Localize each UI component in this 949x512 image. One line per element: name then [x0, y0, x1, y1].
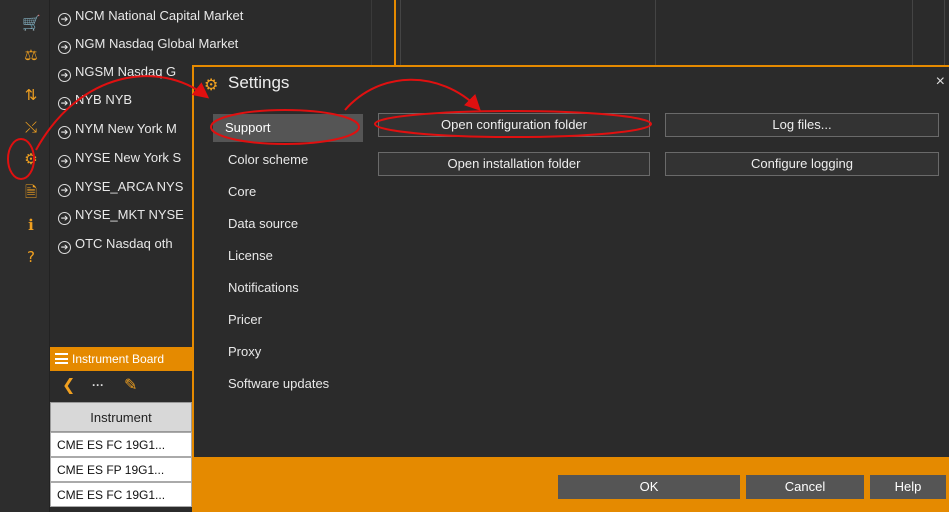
- settings-dialog: ⚙ Settings × Support Color scheme Core D…: [192, 65, 949, 512]
- list-item[interactable]: ➔ NGM Nasdaq Global Market: [58, 32, 238, 56]
- chart-icon[interactable]: ⤯: [22, 118, 40, 136]
- list-item[interactable]: ➔ NYM New York M: [58, 117, 177, 141]
- gear-icon[interactable]: ⚙: [22, 150, 40, 168]
- document-icon[interactable]: 🗎: [22, 183, 40, 201]
- menu-item-pricer[interactable]: Pricer: [216, 306, 366, 334]
- cart-icon[interactable]: 🛒: [22, 14, 41, 32]
- panel-divider: [655, 0, 656, 65]
- menu-item-proxy[interactable]: Proxy: [216, 338, 366, 366]
- list-item[interactable]: ➔ OTC Nasdaq oth: [58, 232, 173, 256]
- info-icon[interactable]: ℹ: [22, 216, 40, 234]
- arrow-circle-icon: ➔: [58, 126, 71, 139]
- ok-button[interactable]: OK: [558, 475, 740, 499]
- arrow-circle-icon: ➔: [58, 155, 71, 168]
- close-icon[interactable]: ×: [936, 73, 945, 91]
- open-configuration-folder-button[interactable]: Open configuration folder: [378, 113, 650, 137]
- left-toolbar: 🛒 ⚖ ⇅ ⤯ ⚙ 🗎 ℹ ?: [0, 0, 50, 512]
- panel-divider: [944, 0, 945, 65]
- list-item[interactable]: ➔ NYSE New York S: [58, 146, 181, 170]
- dialog-footer: OK Cancel Help: [194, 457, 949, 512]
- arrow-circle-icon: ➔: [58, 241, 71, 254]
- more-icon[interactable]: ···: [92, 378, 104, 392]
- arrow-circle-icon: ➔: [58, 97, 71, 110]
- configure-logging-button[interactable]: Configure logging: [665, 152, 939, 176]
- sort-icon[interactable]: ⇅: [22, 86, 40, 104]
- column-header-instrument[interactable]: Instrument: [50, 402, 192, 432]
- help-icon[interactable]: ?: [22, 248, 40, 266]
- menu-item-support[interactable]: Support: [213, 114, 363, 142]
- menu-item-core[interactable]: Core: [216, 178, 366, 206]
- log-files-button[interactable]: Log files...: [665, 113, 939, 137]
- menu-item-notifications[interactable]: Notifications: [216, 274, 366, 302]
- arrow-circle-icon: ➔: [58, 69, 71, 82]
- table-row[interactable]: CME ES FC 19G1...: [50, 482, 192, 507]
- arrow-circle-icon: ➔: [58, 184, 71, 197]
- menu-item-color-scheme[interactable]: Color scheme: [216, 146, 366, 174]
- table-row[interactable]: CME ES FC 19G1...: [50, 432, 192, 457]
- gear-icon: ⚙: [204, 77, 219, 94]
- back-icon[interactable]: ❮: [62, 375, 75, 395]
- panel-divider: [394, 0, 396, 65]
- open-installation-folder-button[interactable]: Open installation folder: [378, 152, 650, 176]
- arrow-circle-icon: ➔: [58, 212, 71, 225]
- balance-icon[interactable]: ⚖: [22, 46, 40, 64]
- panel-divider: [400, 0, 401, 65]
- panel-divider: [912, 0, 913, 65]
- pencil-icon[interactable]: ✎: [124, 375, 137, 395]
- list-item[interactable]: ➔ NGSM Nasdaq G: [58, 60, 176, 84]
- arrow-circle-icon: ➔: [58, 41, 71, 54]
- menu-item-license[interactable]: License: [216, 242, 366, 270]
- menu-item-data-source[interactable]: Data source: [216, 210, 366, 238]
- menu-item-software-updates[interactable]: Software updates: [216, 370, 366, 398]
- arrow-circle-icon: ➔: [58, 13, 71, 26]
- cancel-button[interactable]: Cancel: [746, 475, 864, 499]
- instrument-board-header[interactable]: Instrument Board: [50, 347, 192, 371]
- list-item[interactable]: ➔ NYB NYB: [58, 88, 132, 112]
- app-window: 🛒 ⚖ ⇅ ⤯ ⚙ 🗎 ℹ ? ➔ NCM National Capital Ma…: [0, 0, 949, 512]
- dialog-title: Settings: [228, 73, 290, 92]
- help-button[interactable]: Help: [870, 475, 946, 499]
- instrument-board-toolbar: ❮ ··· ✎: [50, 371, 192, 399]
- list-item[interactable]: ➔ NCM National Capital Market: [58, 4, 243, 28]
- menu-icon[interactable]: [55, 353, 68, 364]
- list-item[interactable]: ➔ NYSE_MKT NYSE: [58, 203, 184, 227]
- list-item[interactable]: ➔ NYSE_ARCA NYS: [58, 175, 183, 199]
- table-row[interactable]: CME ES FP 19G1...: [50, 457, 192, 482]
